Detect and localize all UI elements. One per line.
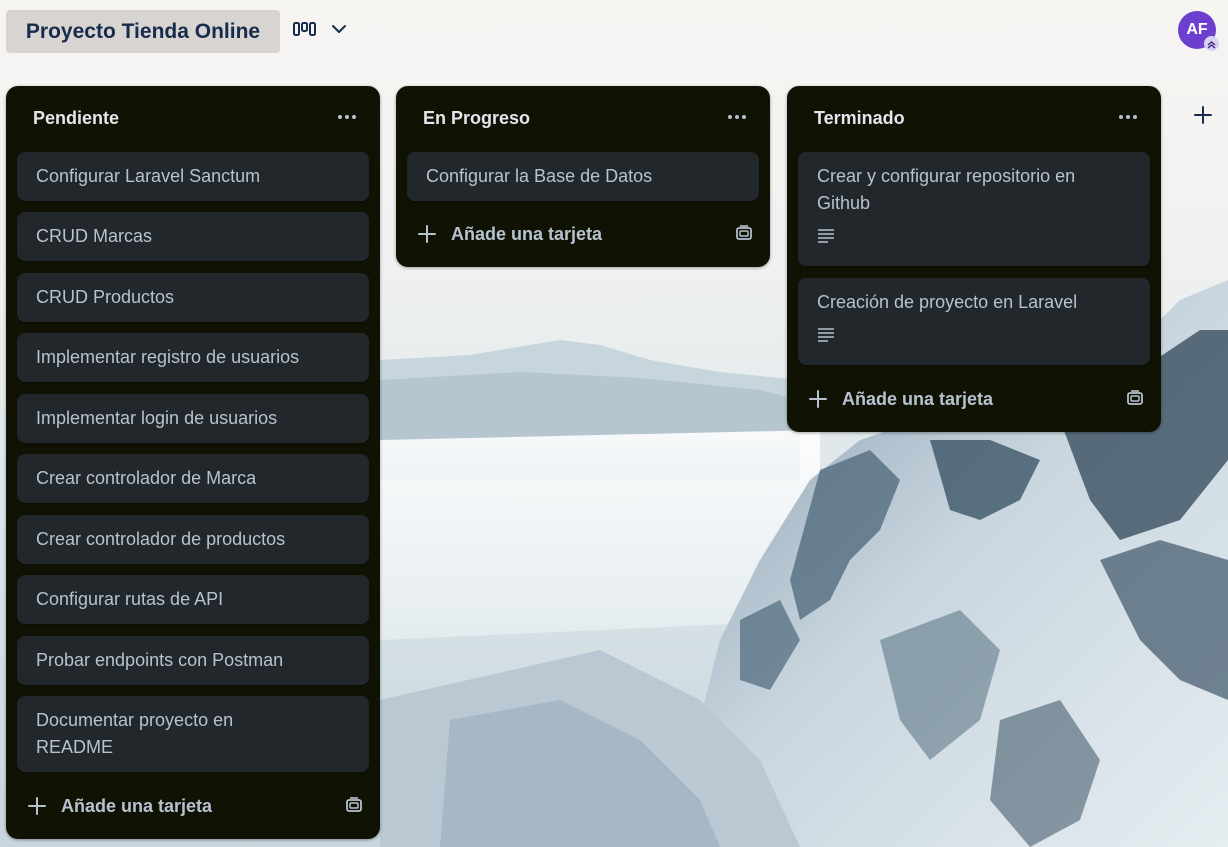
admin-badge-icon (1204, 36, 1219, 51)
list-terminado: Terminado Crear y configurar repositorio… (787, 86, 1161, 432)
card[interactable]: Documentar proyecto en README (17, 696, 369, 772)
add-card-button[interactable]: Añade una tarjeta (20, 789, 366, 823)
card[interactable]: Configurar Laravel Sanctum (17, 152, 369, 201)
card[interactable]: Crear y configurar repositorio en Github (798, 152, 1150, 266)
chevron-down-icon (330, 20, 348, 43)
card[interactable]: Probar endpoints con Postman (17, 636, 369, 685)
card-title: Configurar Laravel Sanctum (36, 166, 261, 186)
card[interactable]: Configurar rutas de API (17, 575, 369, 624)
card-title: Implementar registro de usuarios (36, 347, 300, 367)
card-template-icon[interactable] (344, 795, 366, 817)
description-lines-icon (817, 323, 1131, 350)
card-title: Crear y configurar repositorio en Github (817, 166, 1076, 213)
board-title[interactable]: Proyecto Tienda Online (6, 10, 280, 53)
card-title: Probar endpoints con Postman (36, 650, 284, 670)
list-title[interactable]: En Progreso (423, 108, 530, 129)
card-template-icon[interactable] (1125, 388, 1147, 410)
card-title: Crear controlador de Marca (36, 468, 257, 488)
view-switcher[interactable] (292, 16, 348, 46)
card[interactable]: Implementar login de usuarios (17, 394, 369, 443)
card[interactable]: Crear controlador de productos (17, 515, 369, 564)
add-card-button[interactable]: Añade una tarjeta (410, 217, 756, 251)
list-en-progreso: En Progreso Configurar la Base de Datos … (396, 86, 770, 267)
more-horizontal-icon[interactable] (1113, 105, 1143, 129)
list-title[interactable]: Pendiente (33, 108, 119, 129)
list-header: Terminado (787, 86, 1161, 152)
card-title: Documentar proyecto en README (36, 710, 234, 757)
card[interactable]: CRUD Marcas (17, 212, 369, 261)
avatar-initials: AF (1186, 21, 1208, 38)
card[interactable]: Creación de proyecto en Laravel (798, 278, 1150, 365)
list-header: Pendiente (6, 86, 380, 152)
list-pendiente: Pendiente Configurar Laravel Sanctum CRU… (6, 86, 380, 839)
card[interactable]: Crear controlador de Marca (17, 454, 369, 503)
list-title[interactable]: Terminado (814, 108, 905, 129)
description-lines-icon (817, 224, 1110, 251)
plus-icon (27, 796, 47, 816)
add-card-label: Añade una tarjeta (842, 388, 994, 409)
add-list-button[interactable] (1192, 100, 1228, 134)
board-header: Proyecto Tienda Online AF (0, 0, 1228, 64)
card-title: Crear controlador de productos (36, 529, 286, 549)
add-card-label: Añade una tarjeta (61, 795, 213, 816)
add-card-label: Añade una tarjeta (451, 223, 603, 244)
card-title: CRUD Marcas (36, 226, 153, 246)
card-title: CRUD Productos (36, 287, 175, 307)
add-card-button[interactable]: Añade una tarjeta (801, 382, 1147, 416)
card-title: Configurar la Base de Datos (426, 166, 653, 186)
card-title: Creación de proyecto en Laravel (817, 292, 1078, 312)
plus-icon (808, 389, 828, 409)
card-title: Implementar login de usuarios (36, 408, 278, 428)
list-header: En Progreso (396, 86, 770, 152)
card[interactable]: Configurar la Base de Datos (407, 152, 759, 201)
more-horizontal-icon[interactable] (722, 105, 752, 129)
member-avatar[interactable]: AF (1178, 11, 1219, 51)
card-title: Configurar rutas de API (36, 589, 224, 609)
plus-icon (417, 224, 437, 244)
more-horizontal-icon[interactable] (332, 105, 362, 129)
card-template-icon[interactable] (734, 223, 756, 245)
plus-icon (1192, 104, 1214, 131)
card[interactable]: Implementar registro de usuarios (17, 333, 369, 382)
card[interactable]: CRUD Productos (17, 273, 369, 322)
board-view-icon (292, 19, 318, 44)
